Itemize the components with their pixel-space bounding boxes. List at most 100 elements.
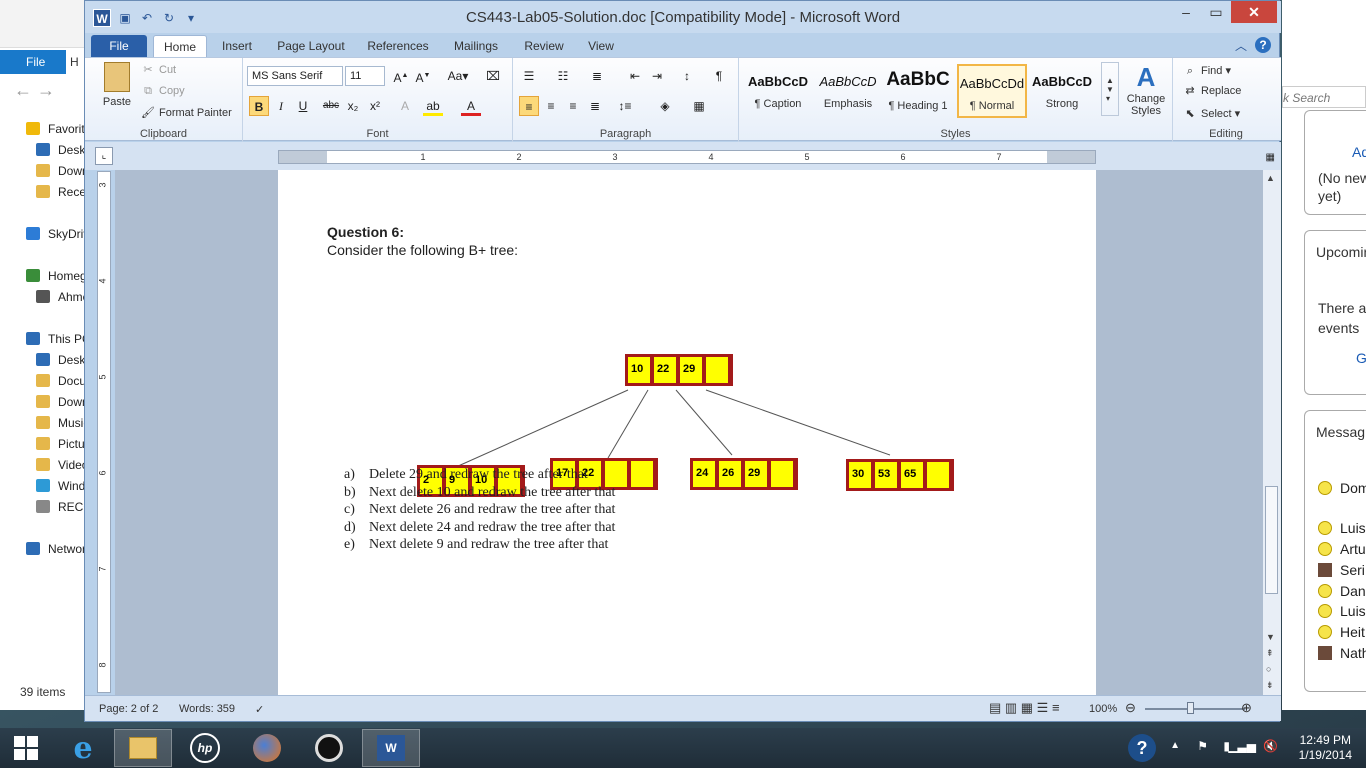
style-caption[interactable]: AaBbCcD ¶ Caption: [743, 64, 813, 118]
zoom-in-icon[interactable]: ⊕: [1241, 700, 1252, 716]
close-icon[interactable]: ✕: [1231, 1, 1277, 23]
explorer-tree-item[interactable]: Desktop: [0, 139, 90, 160]
explorer-tree-item[interactable]: Desktop: [0, 349, 90, 370]
zoom-slider[interactable]: [1145, 708, 1245, 710]
tab-view[interactable]: View: [581, 35, 621, 57]
zoom-out-icon[interactable]: ⊖: [1125, 700, 1136, 716]
outlook-contact[interactable]: Heit: [1318, 624, 1365, 640]
change-case-icon[interactable]: Aa▾: [445, 66, 471, 86]
explorer-tree-item[interactable]: Documents: [0, 370, 90, 391]
underline-button[interactable]: U: [293, 96, 313, 116]
shrink-font-icon[interactable]: A▼: [413, 66, 433, 86]
outlook-contact[interactable]: Luis: [1318, 520, 1366, 536]
explorer-tree-item[interactable]: Homegroup: [0, 265, 90, 286]
word-count[interactable]: Words: 359: [179, 703, 235, 715]
grow-font-icon[interactable]: A▲: [391, 66, 411, 86]
next-page-icon[interactable]: ⇟: [1266, 680, 1274, 691]
taskbar-hp[interactable]: hp: [176, 729, 234, 767]
minimize-ribbon-icon[interactable]: ︿: [1235, 37, 1247, 54]
taskbar-internet-explorer[interactable]: e: [54, 729, 112, 767]
italic-button[interactable]: I: [271, 96, 291, 116]
taskbar-word[interactable]: W: [362, 729, 420, 767]
bold-button[interactable]: B: [249, 96, 269, 116]
explorer-tree-item[interactable]: Downloads: [0, 391, 90, 412]
outlook-search-input[interactable]: k Search: [1282, 86, 1366, 108]
find-button[interactable]: ⌕ Find ▾: [1183, 64, 1231, 78]
replace-button[interactable]: ⇄ Replace: [1183, 85, 1241, 97]
taskbar-file-explorer[interactable]: [114, 729, 172, 767]
increase-indent-icon[interactable]: ⇥: [647, 66, 667, 86]
superscript-button[interactable]: x²: [365, 96, 385, 116]
tab-review[interactable]: Review: [521, 35, 567, 57]
explorer-tree-item[interactable]: Pictures: [0, 433, 90, 454]
line-spacing-icon[interactable]: ↕≡: [615, 96, 635, 116]
font-name-box[interactable]: MS Sans Serif: [247, 66, 343, 86]
outlook-contact[interactable]: Seri: [1318, 562, 1365, 578]
explorer-tree-item[interactable]: Windows: [0, 475, 90, 496]
tab-page-layout[interactable]: Page Layout: [271, 35, 351, 57]
scroll-thumb[interactable]: [1265, 486, 1278, 594]
help-icon[interactable]: ?: [1255, 37, 1271, 53]
clear-formatting-icon[interactable]: ⌧: [483, 66, 503, 86]
tab-home[interactable]: Home: [153, 35, 207, 57]
copy-button[interactable]: ⧉ Copy: [141, 85, 185, 97]
taskbar-camera-app[interactable]: [300, 729, 358, 767]
explorer-tree-item[interactable]: Favorites: [0, 118, 90, 139]
select-button[interactable]: ⬉ Select ▾: [1183, 107, 1240, 121]
prev-page-icon[interactable]: ⇞: [1266, 648, 1274, 659]
strikethrough-button[interactable]: abc: [321, 96, 341, 116]
view-buttons[interactable]: ▤ ▥ ▦ ☰ ≡: [989, 700, 1060, 716]
style-emphasis[interactable]: AaBbCcD Emphasis: [813, 64, 883, 118]
outlook-contact[interactable]: Artu: [1318, 541, 1366, 557]
explorer-tree-item[interactable]: This PC: [0, 328, 90, 349]
font-color-icon[interactable]: A: [461, 96, 481, 116]
explorer-tree-item[interactable]: Music: [0, 412, 90, 433]
show-formatting-icon[interactable]: ¶: [709, 66, 729, 86]
explorer-tree-item[interactable]: Downloads: [0, 160, 90, 181]
format-painter-button[interactable]: 🖌 Format Painter: [141, 107, 232, 119]
tab-insert[interactable]: Insert: [217, 35, 257, 57]
vertical-scrollbar[interactable]: ▲ ▼ ⇞ ○ ⇟: [1263, 170, 1281, 695]
style-heading1[interactable]: AaBbC ¶ Heading 1: [883, 64, 953, 118]
bullets-icon[interactable]: ☰: [519, 66, 539, 86]
action-center-icon[interactable]: ⚑: [1197, 739, 1208, 753]
explorer-tree-item[interactable]: Ahmed: [0, 286, 90, 307]
explorer-file-tab[interactable]: File: [0, 50, 66, 74]
subscript-button[interactable]: x₂: [343, 96, 363, 116]
text-effects-icon[interactable]: A: [395, 96, 415, 116]
explorer-home-tab[interactable]: H: [70, 55, 79, 69]
style-normal[interactable]: AaBbCcDd ¶ Normal: [957, 64, 1027, 118]
outlook-contact[interactable]: Nath: [1318, 645, 1366, 661]
cut-button[interactable]: ✂ Cut: [141, 64, 176, 76]
change-styles-button[interactable]: A Change Styles: [1123, 62, 1169, 117]
tab-mailings[interactable]: Mailings: [449, 35, 503, 57]
zoom-slider-knob[interactable]: [1187, 702, 1194, 714]
explorer-tree-item[interactable]: Network: [0, 538, 90, 559]
wifi-icon[interactable]: ▁▃▅: [1228, 739, 1256, 753]
align-center-button[interactable]: ≡: [541, 96, 561, 116]
tab-selector-icon[interactable]: ⌞: [95, 147, 113, 165]
highlight-icon[interactable]: ab: [423, 96, 443, 116]
outlook-card-upcoming-link[interactable]: G: [1356, 350, 1366, 366]
font-size-box[interactable]: 11: [345, 66, 385, 86]
borders-icon[interactable]: ▦: [689, 96, 709, 116]
tab-file[interactable]: File: [91, 35, 147, 57]
minimize-icon[interactable]: –: [1171, 1, 1201, 23]
proofing-icon[interactable]: ✓: [255, 703, 264, 716]
decrease-indent-icon[interactable]: ⇤: [625, 66, 645, 86]
maximize-icon[interactable]: ▭: [1201, 1, 1231, 23]
styles-scroll[interactable]: ▲ ▼ ▾: [1101, 62, 1119, 116]
numbering-icon[interactable]: ☷: [553, 66, 573, 86]
view-ruler-icon[interactable]: ▦: [1266, 152, 1275, 163]
scroll-up-icon[interactable]: ▲: [1266, 173, 1275, 183]
outlook-contact[interactable]: Dom: [1318, 480, 1366, 496]
page-count[interactable]: Page: 2 of 2: [99, 703, 158, 715]
horizontal-ruler[interactable]: 1 2 3 4 5 6 7: [278, 150, 1096, 164]
scroll-down-icon[interactable]: ▼: [1266, 632, 1275, 642]
document-page[interactable]: Question 6: Consider the following B+ tr…: [278, 170, 1096, 695]
sort-icon[interactable]: ↕: [677, 66, 697, 86]
explorer-nav-arrows[interactable]: ← →: [14, 80, 55, 101]
start-button[interactable]: [0, 729, 52, 767]
outlook-contact[interactable]: Luis: [1318, 603, 1366, 619]
align-left-button[interactable]: ≡: [519, 96, 539, 116]
